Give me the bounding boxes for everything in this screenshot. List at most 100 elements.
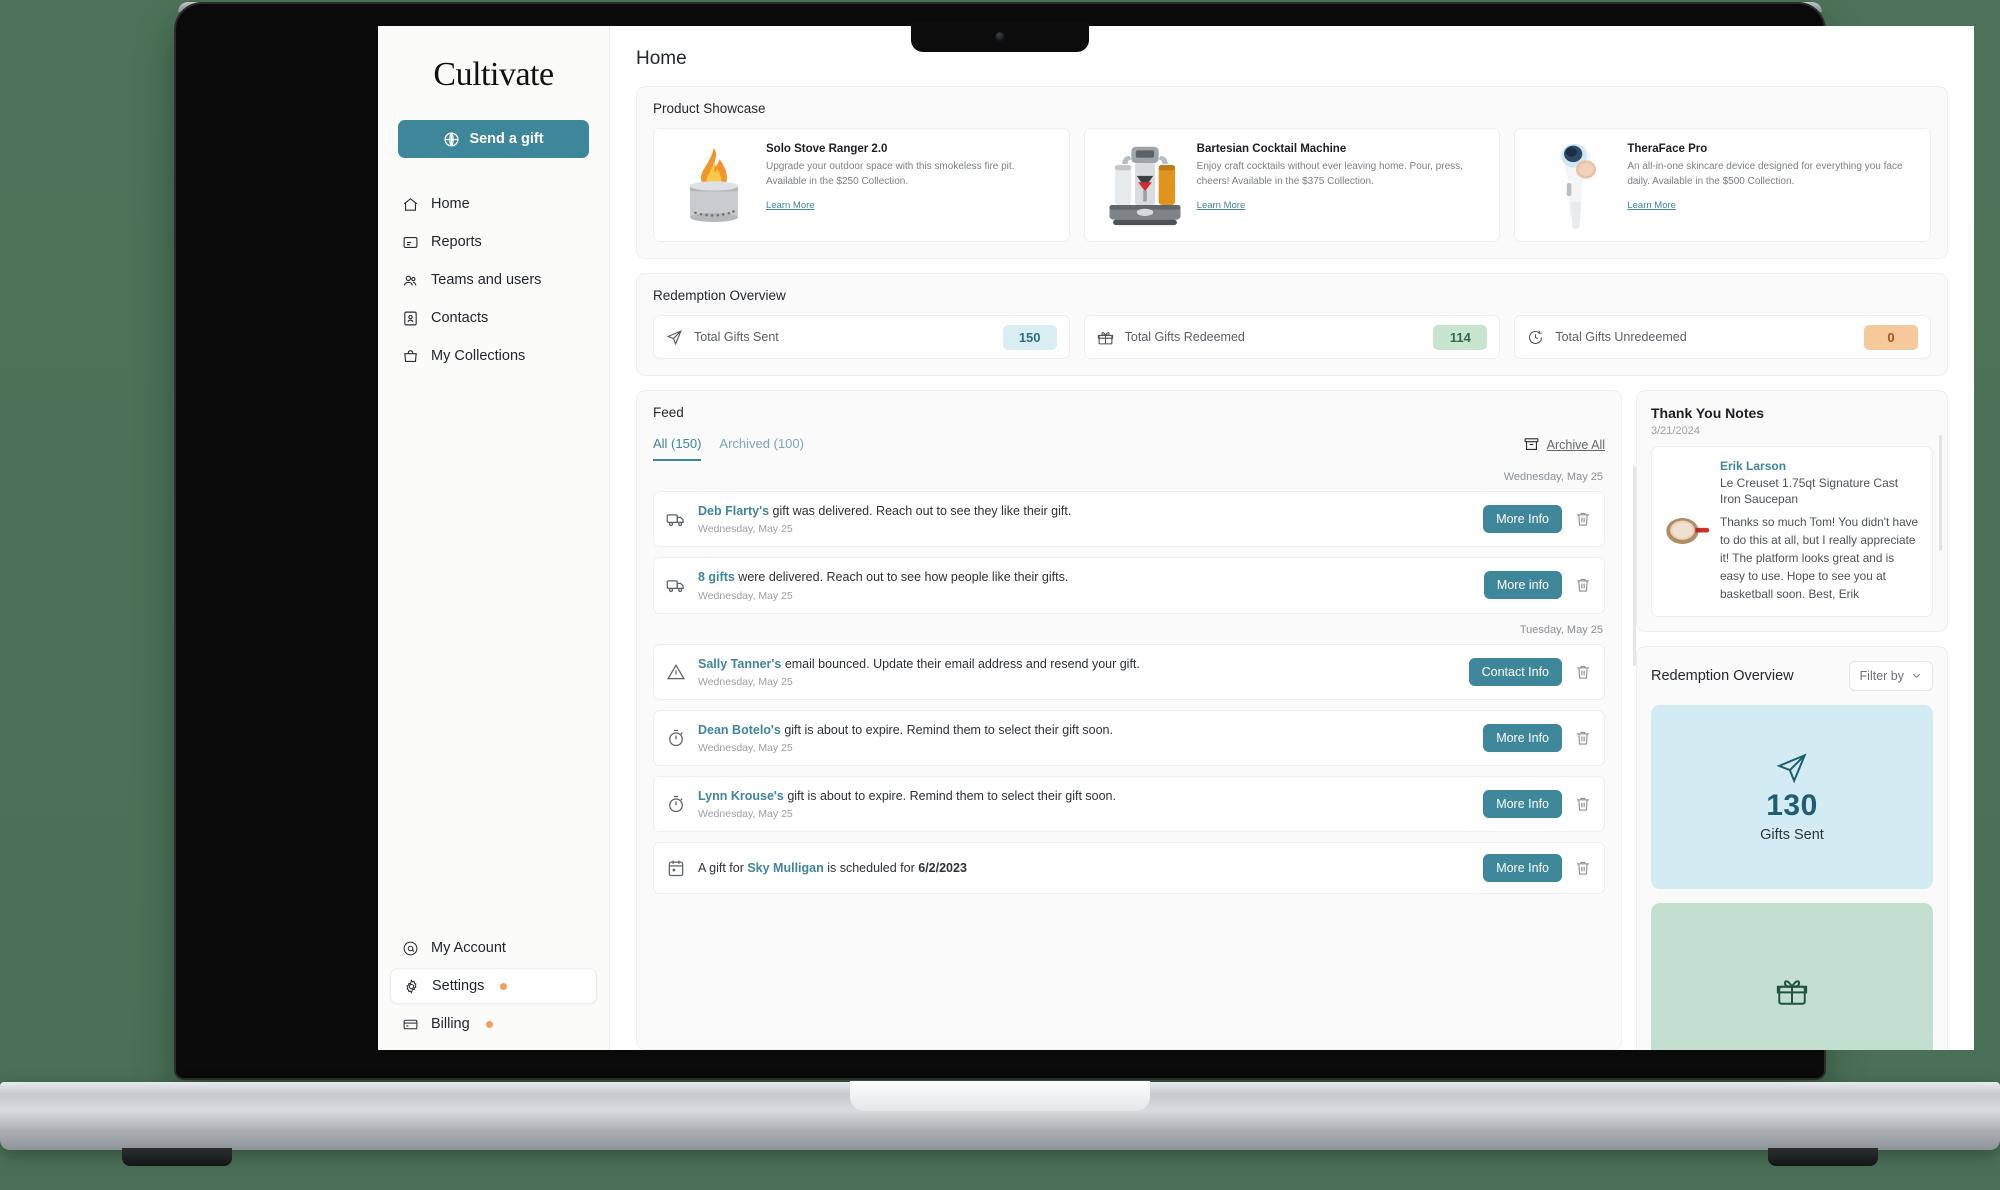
send-a-gift-button[interactable]: Send a gift	[398, 120, 589, 158]
product-body: Bartesian Cocktail Machine Enjoy craft c…	[1197, 141, 1486, 229]
feed-item-date: Wednesday, May 25	[698, 675, 793, 688]
gift-icon	[1776, 980, 1808, 1005]
contacts-icon	[404, 311, 417, 325]
sidebar-item-home[interactable]: Home	[390, 186, 597, 222]
laptop-lid: Cultivate Send a gift Home Reports Teams…	[176, 4, 1974, 1078]
feed-item-subject[interactable]: Lynn Krouse's	[698, 789, 784, 803]
sidebar-item-my-collections[interactable]: My Collections	[390, 338, 597, 374]
contact-info-button[interactable]: Contact Info	[1468, 657, 1562, 686]
feed-item[interactable]: Sally Tanner's email bounced. Update the…	[653, 643, 1605, 700]
sidebar-item-my-account[interactable]: My Account	[390, 930, 597, 966]
product-card[interactable]: Solo Stove Ranger 2.0 Upgrade your outdo…	[653, 128, 1070, 242]
thank-you-notes-scrollbar[interactable]	[1939, 435, 1942, 551]
stat-card-gifts-redeemed[interactable]: Total Gifts Redeemed 114	[1083, 315, 1501, 359]
sidebar-label: My Account	[431, 940, 506, 956]
feed-item-subject[interactable]: Sky Mulligan	[747, 861, 823, 875]
more-info-button[interactable]: More Info	[1483, 854, 1562, 883]
redemption-overview-panel: Redemption Overview Total Gifts Sent 150…	[636, 273, 1948, 376]
stat-label: Total Gifts Unredeemed	[1555, 330, 1687, 344]
tab-all[interactable]: All (150)	[653, 436, 702, 461]
trash-icon[interactable]	[1574, 795, 1592, 813]
more-info-button[interactable]: More Info	[1483, 505, 1562, 534]
sidebar-item-reports[interactable]: Reports	[390, 224, 597, 260]
thank-you-notes-title: Thank You Notes	[1651, 405, 1765, 421]
camera-icon	[995, 32, 1005, 41]
lower-section: Feed All (150) Archived (100) Archive Al…	[636, 390, 1948, 1050]
feed-item[interactable]: A gift for Sky Mulligan is scheduled for…	[653, 842, 1605, 895]
sidebar: Cultivate Send a gift Home Reports Teams…	[378, 26, 610, 1050]
learn-more-link[interactable]: Learn More	[766, 200, 815, 211]
side-tile-gifts-redeemed[interactable]	[1651, 902, 1933, 1050]
feed-panel: Feed All (150) Archived (100) Archive Al…	[636, 390, 1622, 1050]
stat-value: 114	[1433, 324, 1488, 350]
feed-item-prefix: A gift for	[698, 861, 748, 876]
filter-by-label: Filter by	[1859, 668, 1904, 683]
trash-icon[interactable]	[1574, 576, 1592, 594]
learn-more-link[interactable]: Learn More	[1627, 200, 1676, 211]
feed-item-subject[interactable]: 8 gifts	[698, 570, 735, 584]
sidebar-item-contacts[interactable]: Contacts	[390, 300, 597, 336]
feed-item-subject[interactable]: Sally Tanner's	[698, 657, 781, 671]
stats-row: Total Gifts Sent 150 Total Gifts Redeeme…	[653, 315, 1932, 359]
sidebar-item-teams-and-users[interactable]: Teams and users	[390, 262, 597, 298]
sidebar-item-settings[interactable]: Settings	[390, 968, 597, 1004]
trash-icon[interactable]	[1574, 859, 1592, 877]
more-info-button[interactable]: More info	[1483, 571, 1562, 600]
laptop-foot-right	[1768, 1148, 1878, 1166]
feed-item[interactable]: Deb Flarty's gift was delivered. Reach o…	[653, 491, 1605, 548]
stat-card-gifts-sent[interactable]: Total Gifts Sent 150	[653, 315, 1070, 359]
sidebar-item-billing[interactable]: Billing	[390, 1006, 597, 1042]
clock-icon	[1529, 330, 1543, 344]
trash-icon[interactable]	[1574, 729, 1592, 747]
tab-archived[interactable]: Archived (100)	[719, 436, 804, 461]
thank-you-notes-panel: Thank You Notes 3/21/2024 Erik Larson Le…	[1636, 390, 1948, 632]
feed-item[interactable]: Lynn Krouse's gift is about to expire. R…	[653, 776, 1605, 833]
send-icon	[666, 329, 682, 345]
feed-item[interactable]: 8 gifts were delivered. Reach out to see…	[653, 557, 1605, 614]
trash-icon[interactable]	[1574, 663, 1592, 681]
thank-you-note-card[interactable]: Erik Larson Le Creuset 1.75qt Signature …	[1651, 446, 1933, 617]
home-icon	[403, 197, 418, 211]
stopwatch-icon	[669, 729, 683, 746]
feed-item-rest: were delivered. Reach out to see how peo…	[734, 570, 1069, 585]
more-info-button[interactable]: More Info	[1483, 723, 1562, 752]
feed-item-text: 8 gifts were delivered. Reach out to see…	[698, 569, 1472, 601]
bag-icon	[404, 349, 417, 362]
product-card[interactable]: Bartesian Cocktail Machine Enjoy craft c…	[1083, 128, 1501, 242]
saucepan-illustration	[1666, 518, 1710, 545]
send-icon	[1776, 753, 1807, 784]
feed-item-subject[interactable]: Dean Botelo's	[698, 723, 781, 737]
feed-item[interactable]: Dean Botelo's gift is about to expire. R…	[653, 709, 1605, 766]
sidebar-label: Settings	[432, 978, 485, 994]
sidebar-label: Teams and users	[431, 272, 542, 288]
product-card[interactable]: TheraFace Pro An all-in-one skincare dev…	[1514, 128, 1932, 242]
main-content: Home Product Showcase Solo Stove Ranger …	[610, 26, 1974, 1050]
trash-icon[interactable]	[1574, 510, 1592, 528]
side-tile-gifts-sent[interactable]: 130 Gifts Sent	[1651, 704, 1933, 889]
archive-all-button[interactable]: Archive All	[1523, 436, 1605, 461]
feed-item-rest: is scheduled for	[823, 861, 919, 876]
sidebar-label: Billing	[431, 1016, 470, 1032]
base-notch	[850, 1081, 1150, 1111]
stat-value: 150	[1002, 324, 1057, 350]
settings-notification-dot	[500, 982, 508, 990]
product-showcase-panel: Product Showcase Solo Stove Ranger 2.0 U…	[636, 86, 1948, 259]
product-description: Upgrade your outdoor space with this smo…	[766, 161, 1015, 187]
warning-icon	[666, 663, 686, 679]
product-body: TheraFace Pro An all-in-one skincare dev…	[1627, 141, 1916, 229]
fire-pit-image	[668, 141, 760, 229]
chevron-down-icon	[1912, 674, 1921, 679]
feed-item-rest: gift was delivered. Reach out to see the…	[769, 504, 1072, 518]
truck-icon	[666, 580, 684, 593]
stat-card-gifts-unredeemed[interactable]: Total Gifts Unredeemed 0	[1514, 315, 1932, 359]
feed-scrollbar[interactable]	[1633, 466, 1636, 666]
side-tile-label: Gifts Sent	[1760, 826, 1824, 843]
thank-you-note-sender[interactable]: Erik Larson	[1720, 459, 1920, 473]
side-redemption-header: Redemption Overview Filter by	[1651, 660, 1933, 691]
send-a-gift-label: Send a gift	[469, 131, 544, 147]
more-info-button[interactable]: More Info	[1483, 790, 1562, 819]
feed-item-subject[interactable]: Deb Flarty's	[698, 504, 769, 518]
learn-more-link[interactable]: Learn More	[1197, 200, 1246, 211]
filter-by-dropdown[interactable]: Filter by	[1848, 660, 1933, 691]
